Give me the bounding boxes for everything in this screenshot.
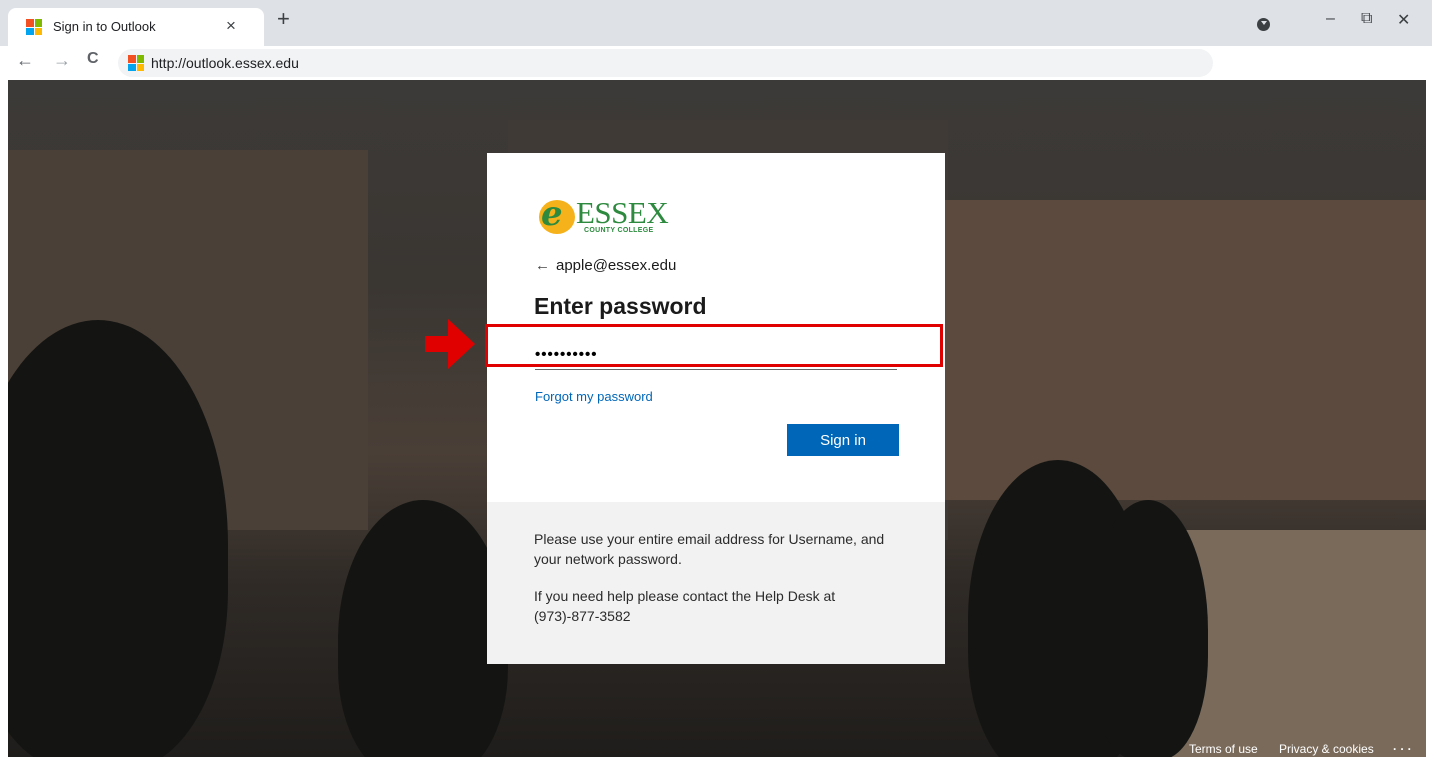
forgot-password-link[interactable]: Forgot my password	[535, 389, 653, 404]
logo-subtitle: COUNTY COLLEGE	[584, 227, 654, 234]
address-bar[interactable]: http://outlook.essex.edu	[118, 49, 1213, 77]
account-email: apple@essex.edu	[556, 257, 677, 274]
reload-button[interactable]: C	[87, 50, 99, 68]
tree-center-left	[338, 500, 508, 757]
back-arrow-icon[interactable]: ←	[535, 257, 550, 274]
annotation-arrow-icon	[425, 336, 449, 352]
page-title: Enter password	[534, 293, 707, 319]
terms-of-use-link[interactable]: Terms of use	[1189, 742, 1258, 756]
info-text-username: Please use your entire email address for…	[534, 531, 885, 567]
new-tab-button[interactable]: +	[277, 8, 290, 30]
logo-wordmark: ESSEX	[576, 195, 669, 230]
logo-letter: e	[541, 194, 563, 234]
privacy-cookies-link[interactable]: Privacy & cookies	[1279, 742, 1374, 756]
annotation-highlight-box	[485, 324, 943, 367]
back-button[interactable]: ←	[16, 50, 34, 71]
minimize-button[interactable]: –	[1326, 10, 1335, 28]
close-window-button[interactable]: ✕	[1397, 10, 1410, 30]
forward-button[interactable]: →	[53, 50, 71, 71]
more-options-icon[interactable]: · · ·	[1393, 742, 1412, 756]
tab-close-icon[interactable]: ×	[226, 16, 236, 36]
url-text[interactable]: http://outlook.essex.edu	[151, 55, 299, 71]
microsoft-logo-icon	[26, 19, 42, 35]
signin-card: e ESSEX COUNTY COLLEGE ← apple@essex.edu …	[487, 153, 945, 664]
account-back-link[interactable]: ← apple@essex.edu	[535, 257, 676, 274]
site-favicon-icon	[128, 55, 144, 71]
tab-title: Sign in to Outlook	[53, 19, 156, 34]
signin-info-panel: Please use your entire email address for…	[487, 502, 945, 664]
info-text-helpdesk: If you need help please contact the Help…	[534, 588, 836, 624]
restore-button[interactable]: ⧉	[1361, 10, 1372, 28]
essex-county-college-logo: e ESSEX COUNTY COLLEGE	[539, 195, 689, 237]
profile-icon[interactable]	[1257, 18, 1270, 31]
building-right	[938, 200, 1426, 500]
sign-in-button[interactable]: Sign in	[787, 424, 899, 456]
browser-tab-strip: Sign in to Outlook × + – ⧉ ✕	[0, 0, 1432, 46]
browser-toolbar: ← → C http://outlook.essex.edu	[0, 46, 1432, 80]
annotation-arrow-head-icon	[448, 319, 475, 369]
tree-right-2	[1088, 500, 1208, 757]
browser-tab[interactable]: Sign in to Outlook ×	[8, 8, 264, 46]
